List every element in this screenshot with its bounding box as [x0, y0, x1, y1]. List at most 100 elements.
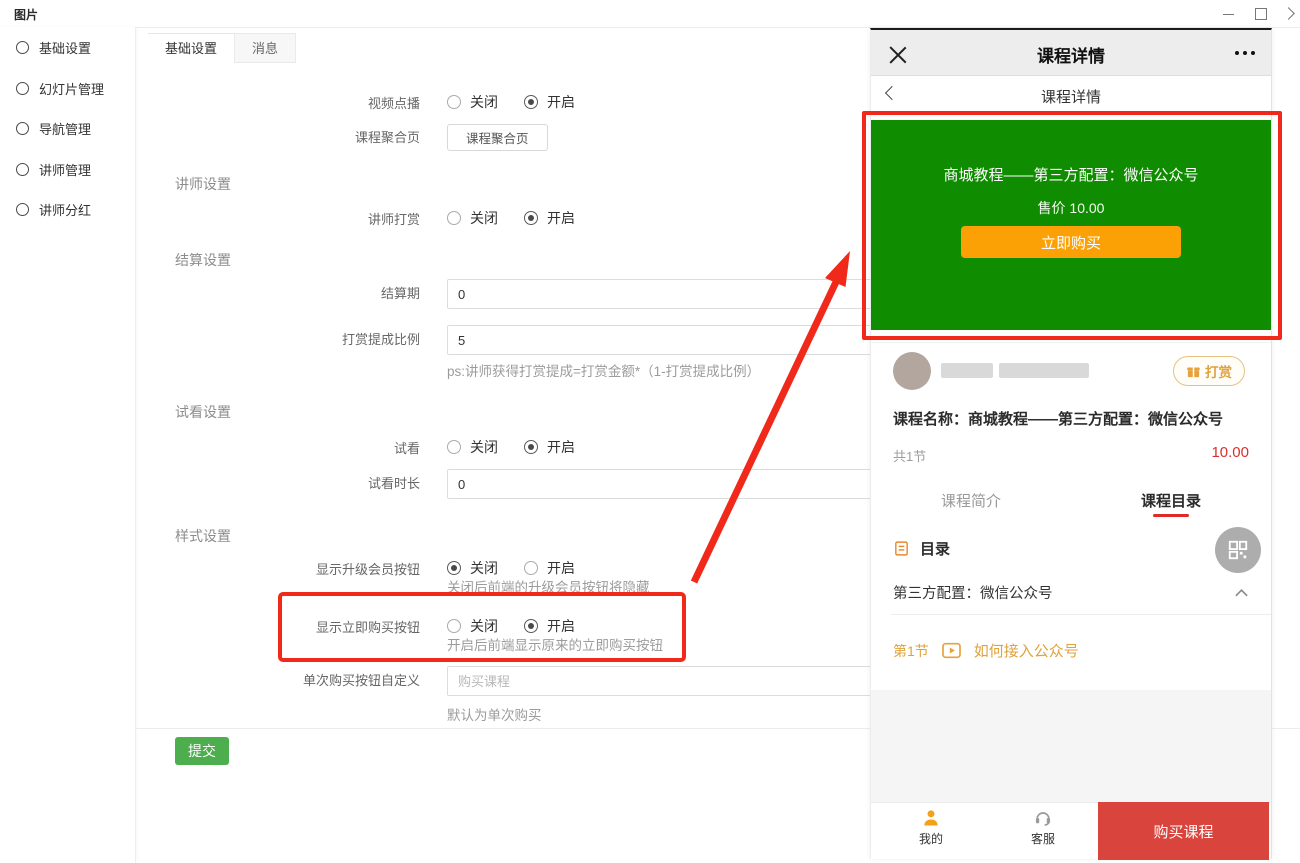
banner-course-title: 商城教程——第三方配置：微信公众号: [871, 164, 1271, 185]
section-trial-settings: 试看设置: [175, 402, 231, 422]
tab-messages[interactable]: 消息: [234, 33, 296, 63]
trial-duration-input[interactable]: [447, 469, 907, 499]
avatar: [893, 352, 931, 390]
chevron-up-icon: [1234, 588, 1249, 598]
radio-off[interactable]: 关闭: [447, 92, 498, 112]
active-tab-underline: [1153, 514, 1189, 517]
radio-off[interactable]: 关闭: [447, 616, 498, 636]
radio-icon: [447, 561, 461, 575]
page-title: 课程详情: [871, 86, 1271, 107]
field-settlement-period: 结算期: [135, 279, 907, 309]
chevron-right-icon[interactable]: [1280, 5, 1298, 23]
window-title: 图片: [14, 6, 38, 23]
show-upgrade-help: 关闭后前端的升级会员按钮将隐藏: [447, 576, 650, 596]
maximize-icon[interactable]: [1252, 5, 1270, 23]
reward-button[interactable]: 打赏: [1173, 356, 1245, 386]
sidebar: 基础设置 幻灯片管理 导航管理 讲师管理 讲师分红: [0, 27, 136, 863]
field-label: 试看时长: [135, 469, 420, 499]
field-label: 单次购买按钮自定义: [135, 666, 420, 696]
phone-preview: 课程详情 课程详情 商城教程——第三方配置：微信公众号 售价 10.00 立即购…: [870, 28, 1272, 859]
field-reward-commission: 打赏提成比例: [135, 325, 907, 355]
field-label: 视频点播: [135, 92, 420, 112]
radio-circle-icon: [16, 163, 29, 176]
field-show-buy-button: 显示立即购买按钮 关闭 开启: [135, 616, 601, 636]
author-card: 打赏: [871, 342, 1271, 400]
chapter-row[interactable]: 第三方配置：微信公众号: [893, 582, 1249, 603]
radio-off[interactable]: 关闭: [447, 208, 498, 228]
radio-off[interactable]: 关闭: [447, 437, 498, 457]
field-label: 显示立即购买按钮: [135, 616, 420, 636]
phone-bottom-bar: 我的 客服 购买课程: [871, 802, 1271, 859]
headset-icon: [1033, 808, 1053, 828]
submit-button[interactable]: 提交: [175, 737, 229, 765]
show-buy-help: 开启后前端显示原来的立即购买按钮: [447, 634, 663, 654]
chapter-divider: [891, 614, 1271, 615]
settings-tabs: 基础设置 消息: [148, 33, 296, 63]
radio-on[interactable]: 开启: [524, 208, 575, 228]
field-trial-duration: 试看时长: [135, 469, 907, 499]
course-banner: 商城教程——第三方配置：微信公众号 售价 10.00 立即购买: [871, 120, 1271, 330]
course-tabs: 课程简介 课程目录: [871, 482, 1271, 518]
wechat-header: 课程详情: [871, 30, 1271, 76]
sidebar-item-instructors[interactable]: 讲师管理: [0, 149, 135, 189]
course-aggregation-button[interactable]: 课程聚合页: [447, 124, 548, 151]
field-label: 结算期: [135, 279, 420, 309]
bottom-tab-mine[interactable]: 我的: [899, 808, 963, 847]
tab-basic-settings[interactable]: 基础设置: [148, 33, 234, 63]
qr-code-icon: [1227, 539, 1249, 561]
sidebar-item-navigation[interactable]: 导航管理: [0, 108, 135, 148]
radio-circle-icon: [16, 82, 29, 95]
field-instructor-reward: 讲师打赏 关闭 开启: [135, 208, 601, 228]
radio-icon: [447, 619, 461, 633]
field-show-upgrade-button: 显示升级会员按钮 关闭 开启: [135, 558, 601, 578]
lesson-row[interactable]: 第1节 如何接入公众号: [893, 640, 1079, 661]
app-window: 图片 基础设置 幻灯片管理 导航管理 讲师管理 讲师分红 基础设置 消息 视频点…: [0, 0, 1300, 863]
field-label: 课程聚合页: [135, 124, 420, 151]
tab-course-catalog[interactable]: 课程目录: [1071, 490, 1271, 511]
window-titlebar: 图片: [0, 0, 1300, 28]
gift-icon: [1186, 364, 1201, 379]
sidebar-item-instructor-dividend[interactable]: 讲师分红: [0, 189, 135, 229]
reward-commission-input[interactable]: [447, 325, 907, 355]
section-instructor-settings: 讲师设置: [175, 174, 231, 194]
radio-icon: [447, 211, 461, 225]
radio-on[interactable]: 开启: [524, 616, 575, 636]
radio-on[interactable]: 开启: [524, 437, 575, 457]
qr-code-button[interactable]: [1215, 527, 1261, 573]
radio-circle-icon: [16, 203, 29, 216]
settlement-period-input[interactable]: [447, 279, 907, 309]
content-filler: [871, 690, 1271, 802]
radio-icon: [524, 211, 538, 225]
course-price: 10.00: [1211, 444, 1249, 461]
sidebar-item-slides[interactable]: 幻灯片管理: [0, 68, 135, 108]
radio-icon: [524, 95, 538, 109]
page-navbar: 课程详情: [871, 76, 1271, 114]
radio-on[interactable]: 开启: [524, 92, 575, 112]
buy-now-button[interactable]: 立即购买: [961, 226, 1181, 258]
radio-circle-icon: [16, 122, 29, 135]
radio-on[interactable]: 开启: [524, 558, 575, 578]
buy-button-custom-help: 默认为单次购买: [447, 704, 542, 724]
bottom-tab-service[interactable]: 客服: [1011, 808, 1075, 847]
catalog-header: 目录: [893, 538, 950, 559]
field-trial: 试看 关闭 开启: [135, 437, 601, 457]
radio-off[interactable]: 关闭: [447, 558, 498, 578]
field-label: 显示升级会员按钮: [135, 558, 420, 578]
field-label: 讲师打赏: [135, 208, 420, 228]
radio-icon: [524, 561, 538, 575]
document-icon: [893, 540, 910, 557]
section-style-settings: 样式设置: [175, 526, 231, 546]
tab-course-intro[interactable]: 课程简介: [871, 490, 1071, 511]
blurred-name-block: [999, 363, 1089, 378]
sidebar-item-basic-settings[interactable]: 基础设置: [0, 27, 135, 67]
minimize-icon[interactable]: [1220, 5, 1238, 23]
course-name: 课程名称：商城教程——第三方配置：微信公众号: [893, 408, 1253, 429]
more-icon[interactable]: [1235, 51, 1255, 55]
buy-button-custom-input[interactable]: [447, 666, 907, 696]
reward-commission-help: ps:讲师获得打赏提成=打赏金额*（1-打赏提成比例）: [447, 360, 760, 380]
field-course-aggregation: 课程聚合页 课程聚合页: [135, 124, 548, 151]
radio-icon: [524, 619, 538, 633]
purchase-course-button[interactable]: 购买课程: [1098, 802, 1269, 860]
radio-icon: [447, 95, 461, 109]
field-video-on-demand: 视频点播 关闭 开启: [135, 92, 601, 112]
